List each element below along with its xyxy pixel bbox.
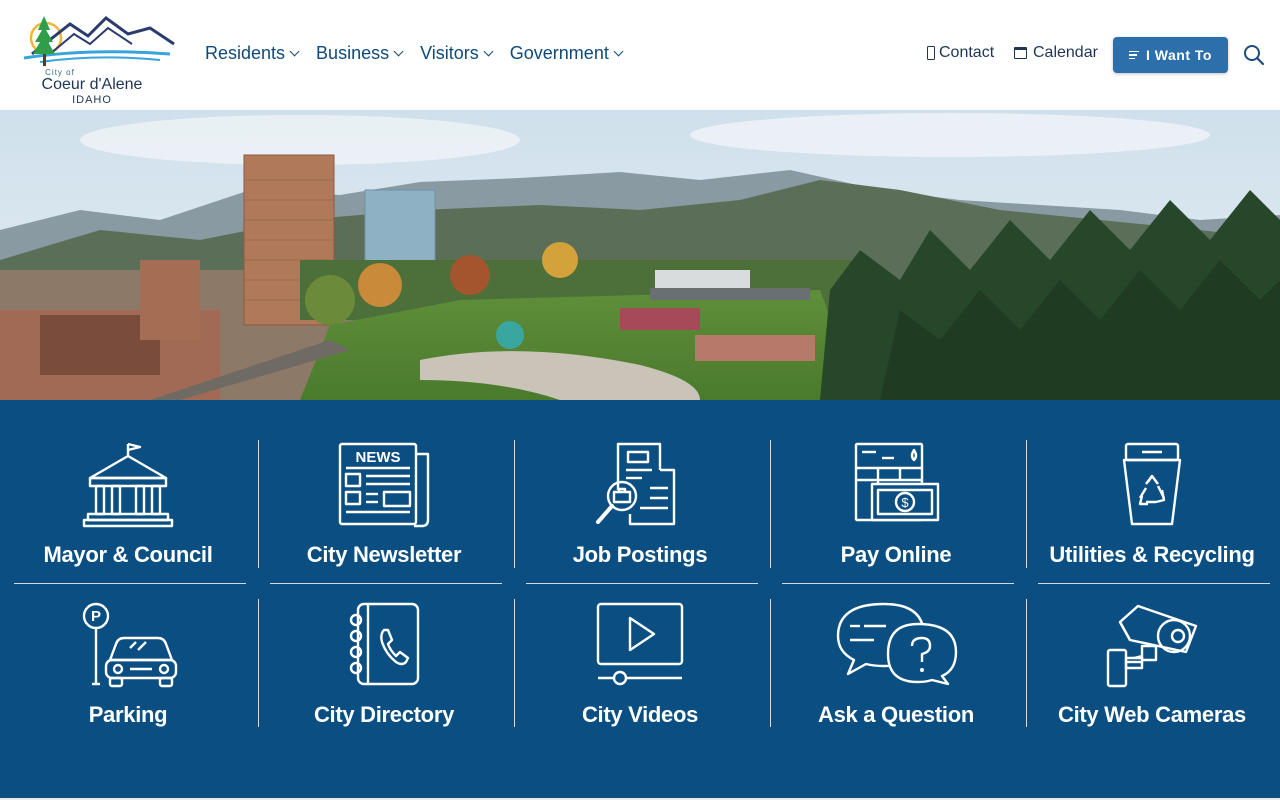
newspaper-icon: NEWS: [338, 442, 430, 528]
question-bubble-icon: [836, 602, 958, 686]
nav-item-business[interactable]: Business: [316, 43, 404, 64]
tile-city-videos[interactable]: City Videos: [512, 600, 768, 750]
tile-parking[interactable]: P Parking: [0, 600, 256, 750]
nav-item-visitors[interactable]: Visitors: [420, 43, 494, 64]
calendar-icon: [1014, 47, 1027, 59]
nav-item-label: Government: [509, 43, 609, 63]
tile-label: City Newsletter: [306, 542, 462, 567]
job-search-icon: [596, 442, 676, 526]
nav-item-residents[interactable]: Residents: [205, 43, 300, 64]
tile-divider: [258, 599, 259, 727]
video-play-icon: [596, 602, 684, 686]
bill-payment-icon: $: [854, 442, 940, 522]
tile-label: City Videos: [581, 702, 699, 727]
tile-mayor-council[interactable]: Mayor & Council: [0, 440, 256, 590]
aerial-city-photo: [0, 110, 1280, 400]
logo-state: IDAHO: [72, 94, 112, 106]
i-want-to-button[interactable]: I Want To: [1113, 37, 1228, 73]
tile-utilities-recycling[interactable]: Utilities & Recycling: [1024, 440, 1280, 590]
tile-divider: [1026, 599, 1027, 727]
tile-divider: [1038, 583, 1270, 584]
tile-divider: [514, 440, 515, 568]
nav-item-label: Residents: [205, 43, 286, 63]
search-button[interactable]: [1243, 44, 1265, 66]
svg-text:P: P: [91, 608, 101, 625]
calendar-label: Calendar: [1033, 44, 1098, 61]
chevron-down-icon: [613, 46, 624, 57]
tile-job-postings[interactable]: Job Postings: [512, 440, 768, 590]
svg-text:NEWS: NEWS: [356, 449, 401, 466]
chevron-down-icon: [393, 46, 404, 57]
tile-divider: [270, 583, 502, 584]
city-logo[interactable]: City of Coeur d'Alene IDAHO: [10, 10, 178, 106]
contact-link[interactable]: Contact: [927, 44, 994, 62]
city-hall-icon: [82, 442, 174, 528]
tile-divider: [258, 440, 259, 568]
parking-icon: P: [82, 602, 178, 688]
hero-image: [0, 110, 1280, 400]
tile-city-directory[interactable]: City Directory: [256, 600, 512, 750]
tile-label: City Web Cameras: [1058, 702, 1246, 727]
contact-label: Contact: [939, 44, 995, 61]
security-camera-icon: [1106, 604, 1198, 688]
tile-ask-a-question[interactable]: Ask a Question: [768, 600, 1024, 750]
tile-city-web-cameras[interactable]: City Web Cameras: [1024, 600, 1280, 750]
calendar-link[interactable]: Calendar: [1014, 44, 1098, 62]
recycling-bin-icon: [1122, 442, 1182, 526]
tile-label: Utilities & Recycling: [1049, 542, 1255, 567]
tile-label: Mayor & Council: [43, 542, 213, 567]
phone-icon: [927, 46, 935, 60]
nav-item-government[interactable]: Government: [509, 43, 624, 64]
tile-label: Parking: [88, 702, 168, 727]
chevron-down-icon: [483, 46, 494, 57]
tile-divider: [770, 599, 771, 727]
tile-label: Pay Online: [840, 542, 952, 567]
site-header: City of Coeur d'Alene IDAHO Residents Bu…: [0, 0, 1280, 110]
phone-book-icon: [349, 602, 420, 686]
tile-pay-online[interactable]: $ Pay Online: [768, 440, 1024, 590]
tile-label: City Directory: [313, 702, 455, 727]
nav-item-label: Business: [316, 43, 390, 63]
nav-item-label: Visitors: [420, 43, 479, 63]
tile-divider: [514, 599, 515, 727]
svg-text:$: $: [901, 495, 909, 510]
logo-mountains-icon: [23, 16, 175, 66]
tile-divider: [526, 583, 758, 584]
i-want-to-label: I Want To: [1146, 47, 1212, 63]
logo-name: Coeur d'Alene: [41, 76, 143, 93]
tile-divider: [1026, 440, 1027, 568]
chevron-down-icon: [289, 46, 300, 57]
tile-label: Job Postings: [572, 542, 708, 567]
menu-lines-icon: [1129, 49, 1140, 62]
tile-divider: [782, 583, 1014, 584]
main-nav: Residents Business Visitors Government: [205, 43, 640, 64]
tile-divider: [770, 440, 771, 568]
tile-city-newsletter[interactable]: NEWS City Newsletter: [256, 440, 512, 590]
tile-label: Ask a Question: [818, 702, 974, 727]
tile-divider: [14, 583, 246, 584]
quick-links: Mayor & Council NEWS City Newsletter Job…: [0, 400, 1280, 800]
search-icon: [1244, 45, 1265, 66]
